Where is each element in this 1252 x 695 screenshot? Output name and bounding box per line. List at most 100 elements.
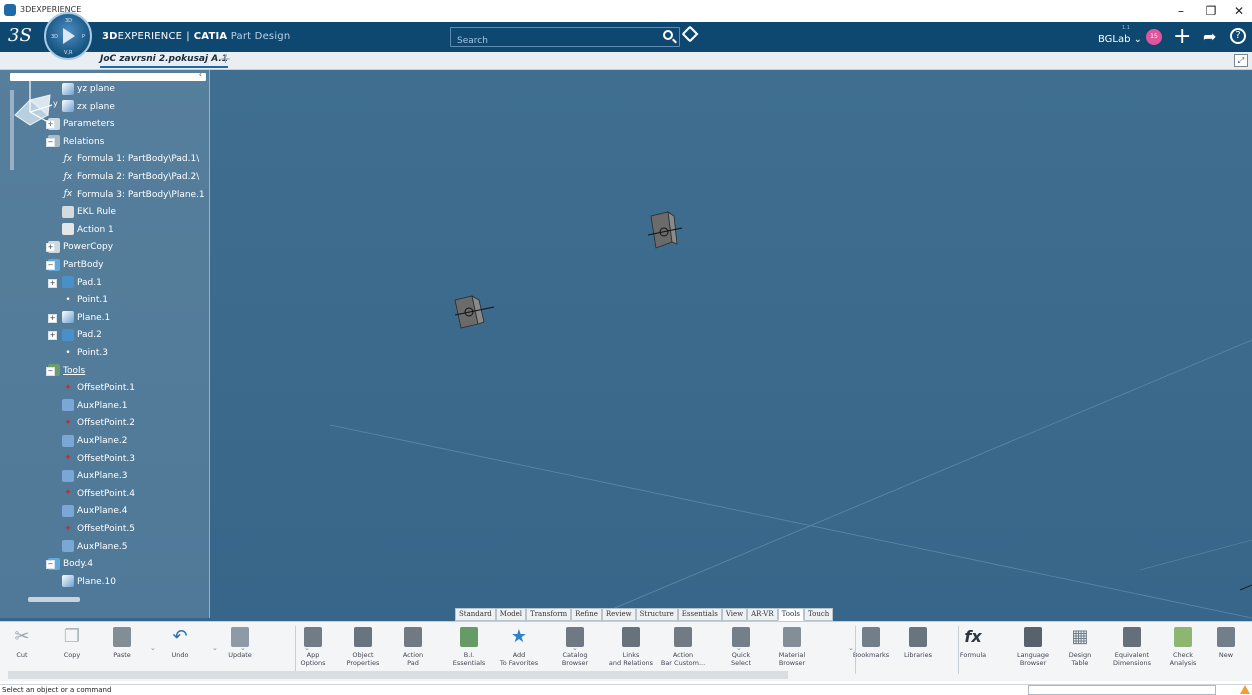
b-i--button[interactable]: B.I. Essentials xyxy=(442,624,496,678)
add-button[interactable]: ★ Add To Favorites xyxy=(492,624,546,678)
tree-item[interactable]: ƒx Formula 3: PartBody\Plane.1 xyxy=(62,187,205,203)
tab-transform[interactable]: Transform xyxy=(526,608,572,621)
tree-item[interactable]: • Point.3 xyxy=(62,345,108,361)
offset-point-icon: ✦ xyxy=(64,488,72,499)
warning-icon[interactable] xyxy=(1240,685,1250,694)
tree-item[interactable]: AuxPlane.2 xyxy=(62,433,127,449)
tree-item[interactable]: AuxPlane.4 xyxy=(62,503,127,519)
tree-item[interactable]: EKL Rule xyxy=(62,204,116,220)
notifications-badge[interactable]: 15 xyxy=(1146,29,1162,45)
tree-item-label: Pad.1 xyxy=(77,277,102,288)
tree-item[interactable]: − Body.4 xyxy=(46,556,93,572)
tab-structure[interactable]: Structure xyxy=(635,608,678,621)
action-bar-scrollbar[interactable] xyxy=(8,671,788,679)
tab-essentials[interactable]: Essentials xyxy=(677,608,722,621)
tab-view[interactable]: View xyxy=(721,608,748,621)
tree-item-label: Formula 3: PartBody\Plane.1 xyxy=(77,189,205,200)
plus-icon[interactable]: + xyxy=(1173,24,1191,49)
tree-item[interactable]: ✦ OffsetPoint.5 xyxy=(62,521,135,537)
tree-expander-icon[interactable]: + xyxy=(46,243,55,253)
dropdown-chevron-icon[interactable]: ⌄ xyxy=(240,644,246,652)
tab-tools[interactable]: Tools xyxy=(777,608,805,621)
command-input[interactable] xyxy=(1028,685,1216,695)
paste-button[interactable]: Paste xyxy=(95,624,149,678)
tag-icon[interactable] xyxy=(681,25,699,43)
search-box[interactable] xyxy=(450,27,680,50)
search-icon[interactable] xyxy=(663,30,673,40)
tree-item[interactable]: Action 1 xyxy=(62,222,114,238)
close-button[interactable]: ✕ xyxy=(1228,2,1250,20)
dassault-logo-icon[interactable]: 3S xyxy=(8,25,32,46)
tree-item[interactable]: Plane.10 xyxy=(62,574,116,590)
minimize-button[interactable]: – xyxy=(1170,2,1192,20)
tree-expander-icon[interactable]: − xyxy=(46,261,55,270)
libraries-button[interactable]: Libraries xyxy=(891,624,945,678)
tree-item[interactable]: ✦ OffsetPoint.4 xyxy=(62,486,135,502)
axis-compass-gadget[interactable]: z y x xyxy=(0,70,60,140)
tree-expander-icon[interactable]: + xyxy=(48,313,57,323)
specification-tree[interactable]: ‹ yz plane zx plane + Parameters − Relations ƒ… xyxy=(0,70,210,618)
dropdown-chevron-icon[interactable]: ⌄ xyxy=(572,644,578,652)
brand-app-subtitle: Part Design xyxy=(230,31,291,42)
share-icon[interactable]: ➦ xyxy=(1203,27,1216,46)
tree-item[interactable]: AuxPlane.5 xyxy=(62,539,127,555)
tree-item[interactable]: ✦ OffsetPoint.3 xyxy=(62,451,135,467)
tab-model[interactable]: Model xyxy=(495,608,527,621)
tree-item-label: OffsetPoint.1 xyxy=(77,383,135,394)
tree-item[interactable]: − PartBody xyxy=(46,257,104,273)
cut-button[interactable]: ✂ Cut xyxy=(0,624,49,678)
tree-expander-icon[interactable]: − xyxy=(46,366,55,376)
tree-item[interactable]: yz plane xyxy=(62,81,115,97)
tree-item[interactable]: + Pad.2 xyxy=(48,327,102,343)
tree-item[interactable]: + Pad.1 xyxy=(48,275,102,291)
expand-icon[interactable]: ⤢ xyxy=(1234,54,1248,67)
tree-item[interactable]: • Point.1 xyxy=(62,292,108,308)
tab-refine[interactable]: Refine xyxy=(571,608,602,621)
tree-item[interactable]: ƒx Formula 2: PartBody\Pad.2\ xyxy=(62,169,200,185)
tree-item-label: PowerCopy xyxy=(63,242,114,253)
new-button[interactable]: New xyxy=(1199,624,1252,678)
tree-item[interactable]: ✦ OffsetPoint.1 xyxy=(62,380,135,396)
language-button[interactable]: Language Browser xyxy=(1006,624,1060,678)
copy-button[interactable]: ❐ Copy xyxy=(45,624,99,678)
add-tab-button[interactable]: + xyxy=(220,52,231,67)
material-button[interactable]: Material Browser xyxy=(765,624,819,678)
scissors-icon: ✂ xyxy=(14,626,30,647)
tree-item[interactable]: ƒx Formula 1: PartBody\Pad.1\ xyxy=(62,151,200,167)
tree-item[interactable]: zx plane xyxy=(62,99,115,115)
dropdown-chevron-icon[interactable]: ⌄ xyxy=(848,644,854,652)
tree-expander-icon[interactable]: + xyxy=(48,331,57,341)
design-button[interactable]: ▦ Design Table xyxy=(1053,624,1107,678)
help-icon[interactable]: ? xyxy=(1230,28,1246,44)
tree-item[interactable]: − Tools xyxy=(46,363,85,379)
tree-expander-icon[interactable]: − xyxy=(46,560,55,570)
tree-item[interactable]: + PowerCopy xyxy=(46,239,114,255)
object-button[interactable]: Object Properties xyxy=(336,624,390,678)
tab-review[interactable]: Review xyxy=(601,608,636,621)
compass-widget[interactable]: 3D 3D P V,R xyxy=(44,12,92,60)
action-button[interactable]: Action Bar Custom... xyxy=(656,624,710,678)
tab-document[interactable]: JoC zavrsni 2.pokusaj A.1 xyxy=(100,54,229,68)
dropdown-chevron-icon[interactable]: ⌄ xyxy=(150,644,156,652)
restore-button[interactable]: ❐ xyxy=(1200,2,1222,20)
tree-expander-icon[interactable]: + xyxy=(48,278,57,288)
tree-item[interactable]: AuxPlane.3 xyxy=(62,468,127,484)
dropdown-chevron-icon[interactable]: ⌄ xyxy=(212,644,218,652)
search-input[interactable] xyxy=(451,32,651,50)
tree-horizontal-scrollbar[interactable] xyxy=(28,597,80,602)
action-button[interactable]: Action Pad xyxy=(386,624,440,678)
equivalent-button[interactable]: Equivalent Dimensions xyxy=(1105,624,1159,678)
undo-button[interactable]: ↶ Undo xyxy=(153,624,207,678)
3d-viewport[interactable]: ‹ yz plane zx plane + Parameters − Relations ƒ… xyxy=(0,70,1252,622)
tab-standard[interactable]: Standard xyxy=(455,608,496,621)
tree-item[interactable]: + Plane.1 xyxy=(48,310,110,326)
dropdown-chevron-icon[interactable]: ⌄ xyxy=(304,644,310,652)
user-menu[interactable]: BGLab ⌄ xyxy=(1098,34,1142,45)
links-button[interactable]: Links and Relations xyxy=(604,624,658,678)
tree-item[interactable]: ✦ OffsetPoint.2 xyxy=(62,415,135,431)
dropdown-chevron-icon[interactable]: ⌄ xyxy=(736,644,742,652)
tab-touch[interactable]: Touch xyxy=(804,608,834,621)
tree-item[interactable]: AuxPlane.1 xyxy=(62,398,127,414)
formula-button[interactable]: fx Formula xyxy=(946,624,1000,678)
tab-ar-vr[interactable]: AR-VR xyxy=(747,608,778,621)
